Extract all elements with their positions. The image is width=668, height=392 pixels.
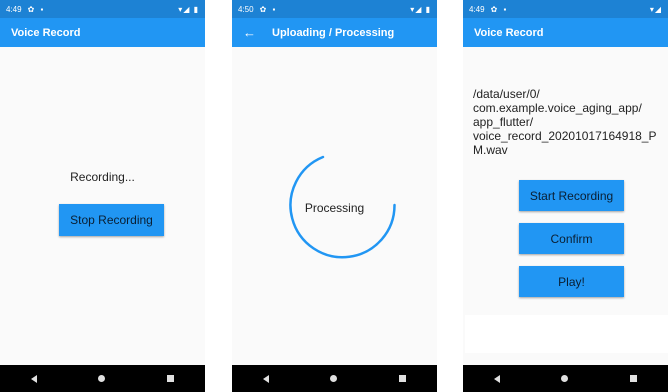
app-bar: Voice Record bbox=[0, 18, 205, 47]
status-time: 4:49 bbox=[6, 4, 22, 14]
nav-back-icon[interactable] bbox=[493, 374, 500, 383]
system-nav-bar bbox=[463, 365, 668, 392]
main-content: /data/user/0/ com.example.voice_aging_ap… bbox=[463, 47, 668, 365]
signal-icon: ▾◢ bbox=[649, 4, 662, 14]
signal-icon: ▾◢ ▮ bbox=[410, 4, 431, 14]
nav-recents-icon[interactable] bbox=[399, 375, 407, 382]
phone-screen-recorded: 4:49 ✿ ▪ ▾◢ Voice Record /data/user/0/ c… bbox=[463, 0, 668, 392]
phone-screen-recording: 4:49 ✿ ▪ ▾◢ ▮ Voice Record Recording... … bbox=[0, 0, 205, 392]
start-recording-button[interactable]: Start Recording bbox=[519, 180, 624, 211]
system-nav-bar bbox=[232, 365, 437, 392]
system-nav-bar bbox=[0, 365, 205, 392]
nav-home-icon[interactable] bbox=[561, 375, 569, 382]
nav-back-icon[interactable] bbox=[30, 374, 37, 383]
main-content: Recording... Stop Recording bbox=[0, 47, 205, 365]
nav-recents-icon[interactable] bbox=[630, 375, 638, 382]
settings-icon: ✿ ▪ bbox=[259, 4, 278, 14]
signal-icon: ▾◢ ▮ bbox=[178, 4, 199, 14]
main-content: Processing bbox=[232, 47, 437, 365]
nav-recents-icon[interactable] bbox=[167, 375, 175, 382]
processing-label: Processing bbox=[304, 201, 365, 215]
status-bar: 4:50 ✿ ▪ ▾◢ ▮ bbox=[232, 0, 437, 18]
settings-icon: ✿ ▪ bbox=[27, 4, 46, 14]
page-title: Voice Record bbox=[474, 26, 544, 39]
play-button[interactable]: Play! bbox=[519, 266, 624, 297]
status-bar: 4:49 ✿ ▪ ▾◢ bbox=[463, 0, 668, 18]
nav-home-icon[interactable] bbox=[330, 375, 338, 382]
settings-icon: ✿ ▪ bbox=[490, 4, 509, 14]
stop-recording-button[interactable]: Stop Recording bbox=[59, 204, 164, 236]
recording-status-text: Recording... bbox=[70, 170, 135, 184]
file-path-text: /data/user/0/ com.example.voice_aging_ap… bbox=[473, 87, 657, 157]
app-bar: ← Uploading / Processing bbox=[232, 18, 437, 47]
status-time: 4:50 bbox=[238, 4, 254, 14]
status-time: 4:49 bbox=[469, 4, 485, 14]
nav-back-icon[interactable] bbox=[262, 374, 269, 383]
bottom-panel bbox=[465, 315, 668, 353]
confirm-button[interactable]: Confirm bbox=[519, 223, 624, 254]
phone-screen-processing: 4:50 ✿ ▪ ▾◢ ▮ ← Uploading / Processing P… bbox=[232, 0, 437, 392]
status-bar: 4:49 ✿ ▪ ▾◢ ▮ bbox=[0, 0, 205, 18]
page-title: Voice Record bbox=[11, 26, 81, 39]
page-title: Uploading / Processing bbox=[272, 26, 395, 39]
back-arrow-icon[interactable]: ← bbox=[243, 25, 256, 40]
app-bar: Voice Record bbox=[463, 18, 668, 47]
nav-home-icon[interactable] bbox=[98, 375, 106, 382]
